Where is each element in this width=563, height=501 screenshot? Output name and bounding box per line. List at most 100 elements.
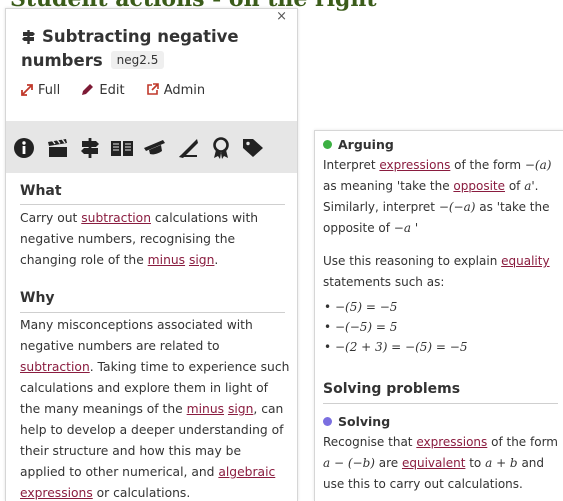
lesson-title: Subtracting negative numbers neg2.5 [21,25,291,73]
arguing-l2-post: '. [531,179,539,193]
signpost-icon[interactable] [78,136,102,160]
why-text-6: help to develop a deeper understanding o… [20,423,284,437]
math-minus-a: −a [393,221,412,235]
clapperboard-icon[interactable] [46,136,70,160]
bullet-1: −(5) = −5 [324,300,397,314]
arguing-l4-pre: opposite of [323,221,394,235]
why-text-5a: the many meanings of the [20,402,187,416]
bullet-3-math: −(2 + 3) = −(5) = −5 [335,340,468,354]
math-neg-neg-a: −(−a) [438,200,476,214]
arguing-label-text: Arguing [338,137,394,152]
solving-problems-heading: Solving problems [323,381,461,397]
what-text-2: negative numbers, recognising the [20,232,236,246]
solving-l2-mid2: to [465,456,486,470]
why-text-2: negative numbers are related to [20,339,220,353]
pen-ruler-icon[interactable] [176,136,200,160]
opposite-link[interactable]: opposite [453,179,505,193]
what-divider [20,204,285,205]
edit-link-label: Edit [99,83,125,98]
lesson-title-line1: Subtracting negative [42,27,239,46]
arguing-label: Arguing [323,137,394,152]
sign-link[interactable]: sign [189,253,214,267]
math-a-plus-b: a + b [485,456,518,470]
arguing-dot [323,140,332,149]
arguing-l3-pre: Similarly, interpret [323,200,439,214]
lesson-info-panel: × Subtracting negative numbers neg2.5 Ful… [5,8,298,501]
why-text-1: Many misconceptions associated with [20,318,253,332]
bullet-2-math: −(−5) = 5 [335,320,398,334]
subtraction-link[interactable]: subtraction [81,211,151,225]
tag-icon[interactable] [242,136,266,160]
info-icon[interactable] [12,136,36,160]
why-text-9: or calculations. [92,486,191,500]
edit-link[interactable]: Edit [81,83,125,98]
sign-link-2[interactable]: sign [228,402,253,416]
equivalent-link[interactable]: equivalent [402,456,465,470]
solving-l2-mid1: are [374,456,402,470]
expressions-link-right[interactable]: expressions [379,158,450,172]
arguing-line-1: Interpret expressions of the form −(a) [323,158,551,172]
why-text-8: applied to other numerical, and [20,465,219,479]
arguing-l1-pre: Interpret [323,158,380,172]
why-text-4: calculations and explore them in light o… [20,381,268,395]
arguing-line-3: Similarly, interpret −(−a) as 'take the [323,200,549,214]
lesson-title-line2: numbers [21,51,103,70]
full-link-label: Full [38,83,61,98]
arguing-l5-pre: Use this reasoning to explain [323,254,502,268]
book-icon[interactable] [110,136,134,160]
award-icon[interactable] [209,136,233,160]
full-link[interactable]: Full [21,83,60,98]
admin-link-label: Admin [163,83,206,98]
lesson-code-badge: neg2.5 [110,51,165,69]
arguing-line-5: Use this reasoning to explain equality [323,254,550,268]
solving-line-1: Recognise that expressions of the form [323,435,558,449]
solving-l1-pre: Recognise that [323,435,417,449]
arguing-line-6: statements such as: [323,275,445,289]
what-text-3b: . [214,253,219,267]
math-a-minus-neg-b: a − (−b) [323,456,375,470]
expressions-link[interactable]: expressions [20,486,93,500]
why-text-3: . Taking time to experience such [89,360,290,374]
signpost-title-icon [22,30,35,44]
close-icon[interactable]: × [276,10,287,23]
what-text-1b: calculations with [151,211,259,225]
solving-line-3: use this to carry out calculations. [323,477,523,491]
what-text: Carry out subtraction calculations with … [20,208,290,271]
why-text-7: their structure and how this may be [20,444,242,458]
math-neg-a: −(a) [524,158,552,172]
expand-icon [21,84,33,96]
expressions-link-right-2[interactable]: expressions [416,435,487,449]
arguing-l3-post: as 'take the [475,200,550,214]
equality-link[interactable]: equality [501,254,549,268]
minus-link-2[interactable]: minus [187,402,224,416]
subtraction-link-2[interactable]: subtraction [20,360,90,374]
what-heading: What [20,183,62,199]
arguing-line-4: opposite of −a ' [323,221,418,235]
arguing-l1-mid: of the form [450,158,525,172]
pencil-icon [82,84,94,95]
why-text: Many misconceptions associated with nega… [20,315,290,501]
what-text-3a: changing role of the [20,253,148,267]
tab-strip [6,121,297,173]
why-heading: Why [20,290,55,306]
bullet-3: −(2 + 3) = −(5) = −5 [324,340,467,354]
solving-label-text: Solving [338,414,391,429]
bullet-2: −(−5) = 5 [324,320,397,334]
bullet-1-math: −(5) = −5 [335,300,398,314]
solving-divider [323,403,558,404]
solving-label: Solving [323,414,390,429]
algebraic-link[interactable]: algebraic [218,465,275,479]
why-text-5b: , can [253,402,284,416]
action-links: Full Edit Admin [21,83,222,98]
external-link-icon [146,83,159,95]
what-text-1a: Carry out [20,211,82,225]
why-divider [20,312,285,313]
solving-l2-post: and [517,456,545,470]
arguing-l4-post: ' [411,221,419,235]
solving-line-2: a − (−b) are equivalent to a + b and [323,456,544,470]
graduation-cap-icon[interactable] [143,136,167,160]
arguing-l2-pre: as meaning 'take the [323,179,454,193]
minus-link[interactable]: minus [148,253,185,267]
solving-l1-post: of the form [487,435,558,449]
admin-link[interactable]: Admin [146,83,205,98]
